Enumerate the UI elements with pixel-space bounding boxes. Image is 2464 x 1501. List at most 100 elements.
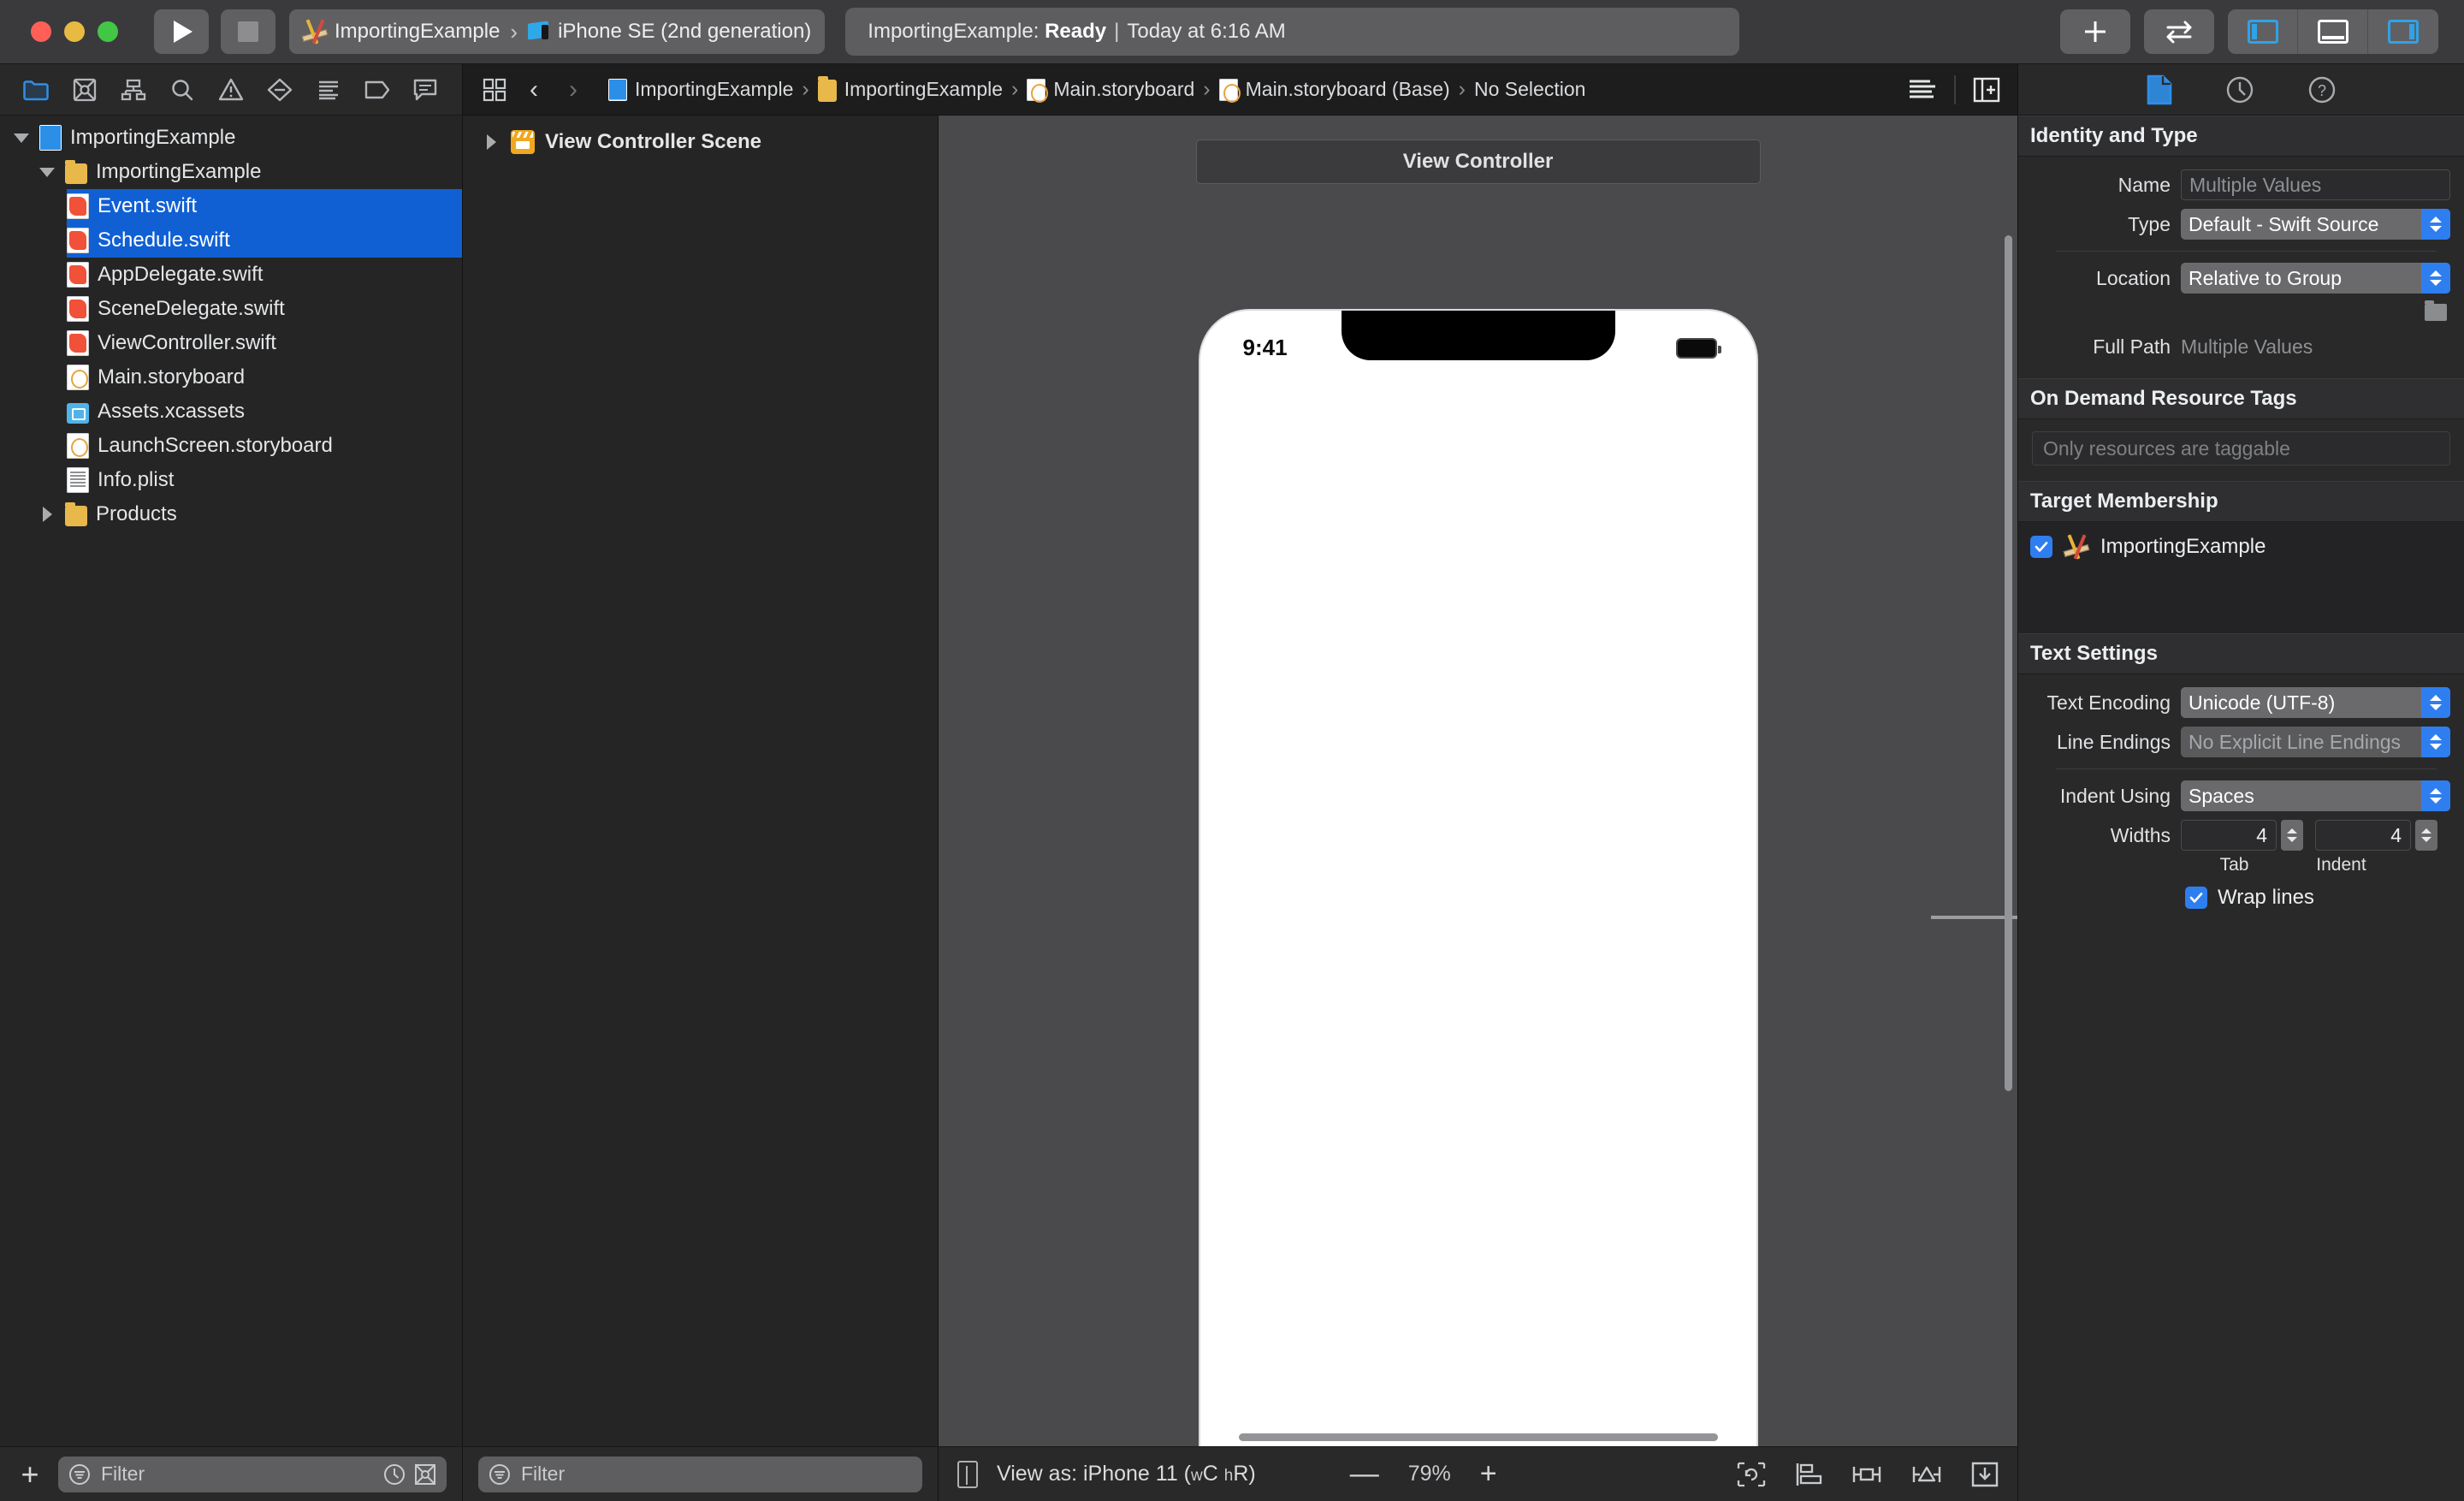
breadcrumb-item-selection[interactable]: No Selection — [1467, 78, 1592, 101]
symbol-navigator-icon[interactable] — [116, 75, 151, 104]
tree-item-appdelegate-swift[interactable]: AppDelegate.swift — [67, 258, 462, 292]
name-input[interactable]: Multiple Values — [2181, 169, 2450, 200]
outline-item-view-controller-scene[interactable]: View Controller Scene — [463, 124, 938, 160]
source-control-filter-icon[interactable] — [414, 1463, 436, 1486]
resolve-issues-icon[interactable] — [1911, 1462, 1942, 1487]
tab-width-stepper[interactable] — [2281, 820, 2303, 851]
disclosure-triangle-icon[interactable] — [12, 128, 31, 147]
tree-item-viewcontroller-swift[interactable]: ViewController.swift — [67, 326, 462, 360]
choose-folder-icon[interactable] — [2425, 300, 2447, 321]
toggle-navigator-button[interactable] — [2228, 9, 2298, 54]
indent-using-popup-button[interactable]: Spaces — [2181, 780, 2450, 811]
file-inspector-icon[interactable] — [2147, 74, 2172, 105]
wrap-lines-row[interactable]: Wrap lines — [2027, 875, 2450, 910]
tab-width-input[interactable]: 4 — [2181, 820, 2277, 851]
outline-filter-input[interactable]: Filter — [478, 1456, 922, 1492]
add-file-button[interactable]: + — [15, 1458, 44, 1489]
tree-item-products[interactable]: Products — [38, 497, 462, 531]
breakpoint-navigator-icon[interactable] — [360, 75, 394, 104]
minimize-window-button[interactable] — [64, 21, 85, 42]
toggle-inspector-swap-button[interactable] — [2144, 9, 2214, 54]
project-navigator-icon[interactable] — [19, 75, 53, 104]
add-constraints-icon[interactable] — [1851, 1462, 1882, 1487]
disclosure-triangle-icon[interactable] — [38, 505, 56, 524]
zoom-window-button[interactable] — [98, 21, 118, 42]
activity-status-bar[interactable]: ImportingExample: Ready | Today at 6:16 … — [845, 8, 1740, 56]
source-control-navigator-icon[interactable] — [68, 75, 102, 104]
navigator-filter-input[interactable]: Filter — [58, 1456, 447, 1492]
report-navigator-icon[interactable] — [408, 75, 442, 104]
toggle-inspector-button[interactable] — [2368, 9, 2438, 54]
disclosure-triangle-icon[interactable] — [482, 133, 500, 151]
folder-icon — [817, 76, 837, 102]
line-endings-value: No Explicit Line Endings — [2189, 730, 2402, 753]
update-frames-icon[interactable] — [1737, 1462, 1766, 1487]
interface-builder-canvas[interactable]: View Controller 9:41 — [939, 116, 2017, 1446]
tree-item-launchscreen-storyboard[interactable]: LaunchScreen.storyboard — [67, 429, 462, 463]
target-membership-checkbox[interactable] — [2030, 536, 2052, 558]
location-popup-button[interactable]: Relative to Group — [2181, 263, 2450, 294]
zoom-out-button[interactable]: — — [1350, 1459, 1379, 1489]
canvas-horizontal-scrollbar[interactable] — [1238, 1433, 1718, 1441]
tree-item-label: ViewController.swift — [98, 331, 276, 354]
canvas-vertical-scrollbar[interactable] — [2005, 235, 2012, 1091]
tree-item-group[interactable]: ImportingExample — [38, 155, 462, 189]
wrap-lines-checkbox[interactable] — [2185, 887, 2207, 909]
indent-width-stepper[interactable] — [2415, 820, 2437, 851]
type-popup-button[interactable]: Default - Swift Source — [2181, 209, 2450, 240]
device-preview[interactable]: 9:41 — [1199, 311, 1756, 1446]
zoom-in-button[interactable]: + — [1480, 1459, 1497, 1489]
view-as-label: View as: iPhone 11 (wC hR) — [997, 1462, 1256, 1486]
wrap-lines-label: Wrap lines — [2218, 886, 2314, 909]
navigator-tab-bar — [0, 64, 462, 116]
tree-item-event-swift[interactable]: Event.swift — [67, 189, 462, 223]
filter-icon — [69, 1463, 90, 1485]
odrt-tag-field[interactable]: Only resources are taggable — [2032, 431, 2450, 466]
run-button[interactable] — [154, 9, 209, 54]
tree-item-assets-xcassets[interactable]: Assets.xcassets — [67, 395, 462, 429]
text-encoding-popup-button[interactable]: Unicode (UTF-8) — [2181, 687, 2450, 718]
tree-item-info-plist[interactable]: Info.plist — [67, 463, 462, 497]
add-editor-icon[interactable] — [1973, 77, 2000, 103]
test-navigator-icon[interactable] — [263, 75, 297, 104]
tree-item-schedule-swift[interactable]: Schedule.swift — [67, 223, 462, 258]
view-as-control[interactable]: View as: iPhone 11 (wC hR) — [957, 1460, 1256, 1488]
breadcrumb-item-storyboard[interactable]: Main.storyboard — [1020, 78, 1201, 103]
find-navigator-icon[interactable] — [165, 75, 199, 104]
close-window-button[interactable] — [31, 21, 51, 42]
project-file-tree: ImportingExample ImportingExample Event.… — [0, 116, 462, 1446]
embed-in-icon[interactable] — [1971, 1462, 1999, 1487]
align-icon[interactable] — [1795, 1462, 1822, 1487]
editor-column: ‹ › ImportingExample › ImportingExample — [463, 64, 2017, 1501]
quick-help-icon[interactable]: ? — [2307, 75, 2337, 104]
navigate-forward-button[interactable]: › — [554, 73, 593, 107]
related-items-icon[interactable] — [475, 73, 514, 107]
navigate-back-button[interactable]: ‹ — [514, 73, 554, 107]
type-label: Type — [2128, 212, 2171, 235]
debug-navigator-icon[interactable] — [311, 75, 346, 104]
breadcrumb-item-project[interactable]: ImportingExample — [601, 78, 800, 101]
tree-item-project[interactable]: ImportingExample — [12, 121, 462, 155]
target-membership-row[interactable]: ImportingExample — [2018, 529, 2464, 565]
tree-item-label: Info.plist — [98, 468, 175, 491]
breadcrumb-item-storyboard-base[interactable]: Main.storyboard (Base) — [1212, 78, 1457, 103]
add-button[interactable] — [2060, 9, 2130, 54]
plist-file-icon — [67, 467, 89, 493]
tree-item-scenedelegate-swift[interactable]: SceneDelegate.swift — [67, 292, 462, 326]
scheme-destination-control[interactable]: ImportingExample › iPhone SE (2nd genera… — [289, 9, 826, 54]
breadcrumb-item-group[interactable]: ImportingExample — [811, 76, 1010, 102]
tree-item-main-storyboard[interactable]: Main.storyboard — [67, 360, 462, 395]
history-inspector-icon[interactable] — [2225, 75, 2254, 104]
line-endings-popup-button[interactable]: No Explicit Line Endings — [2181, 727, 2450, 757]
minimap-icon[interactable] — [1908, 78, 1937, 102]
xcode-project-file-icon — [39, 125, 62, 151]
issue-navigator-icon[interactable] — [214, 75, 248, 104]
disclosure-triangle-icon[interactable] — [38, 163, 56, 181]
stop-button[interactable] — [221, 9, 275, 54]
view-controller-scene-label[interactable]: View Controller — [1195, 139, 1761, 184]
toggle-debug-area-button[interactable] — [2298, 9, 2368, 54]
widths-row: Widths 4 4 — [2027, 816, 2450, 855]
recent-files-icon[interactable] — [383, 1463, 406, 1486]
indent-width-input[interactable]: 4 — [2315, 820, 2411, 851]
editor-row: View Controller Scene Filter View Contro… — [463, 116, 2017, 1501]
